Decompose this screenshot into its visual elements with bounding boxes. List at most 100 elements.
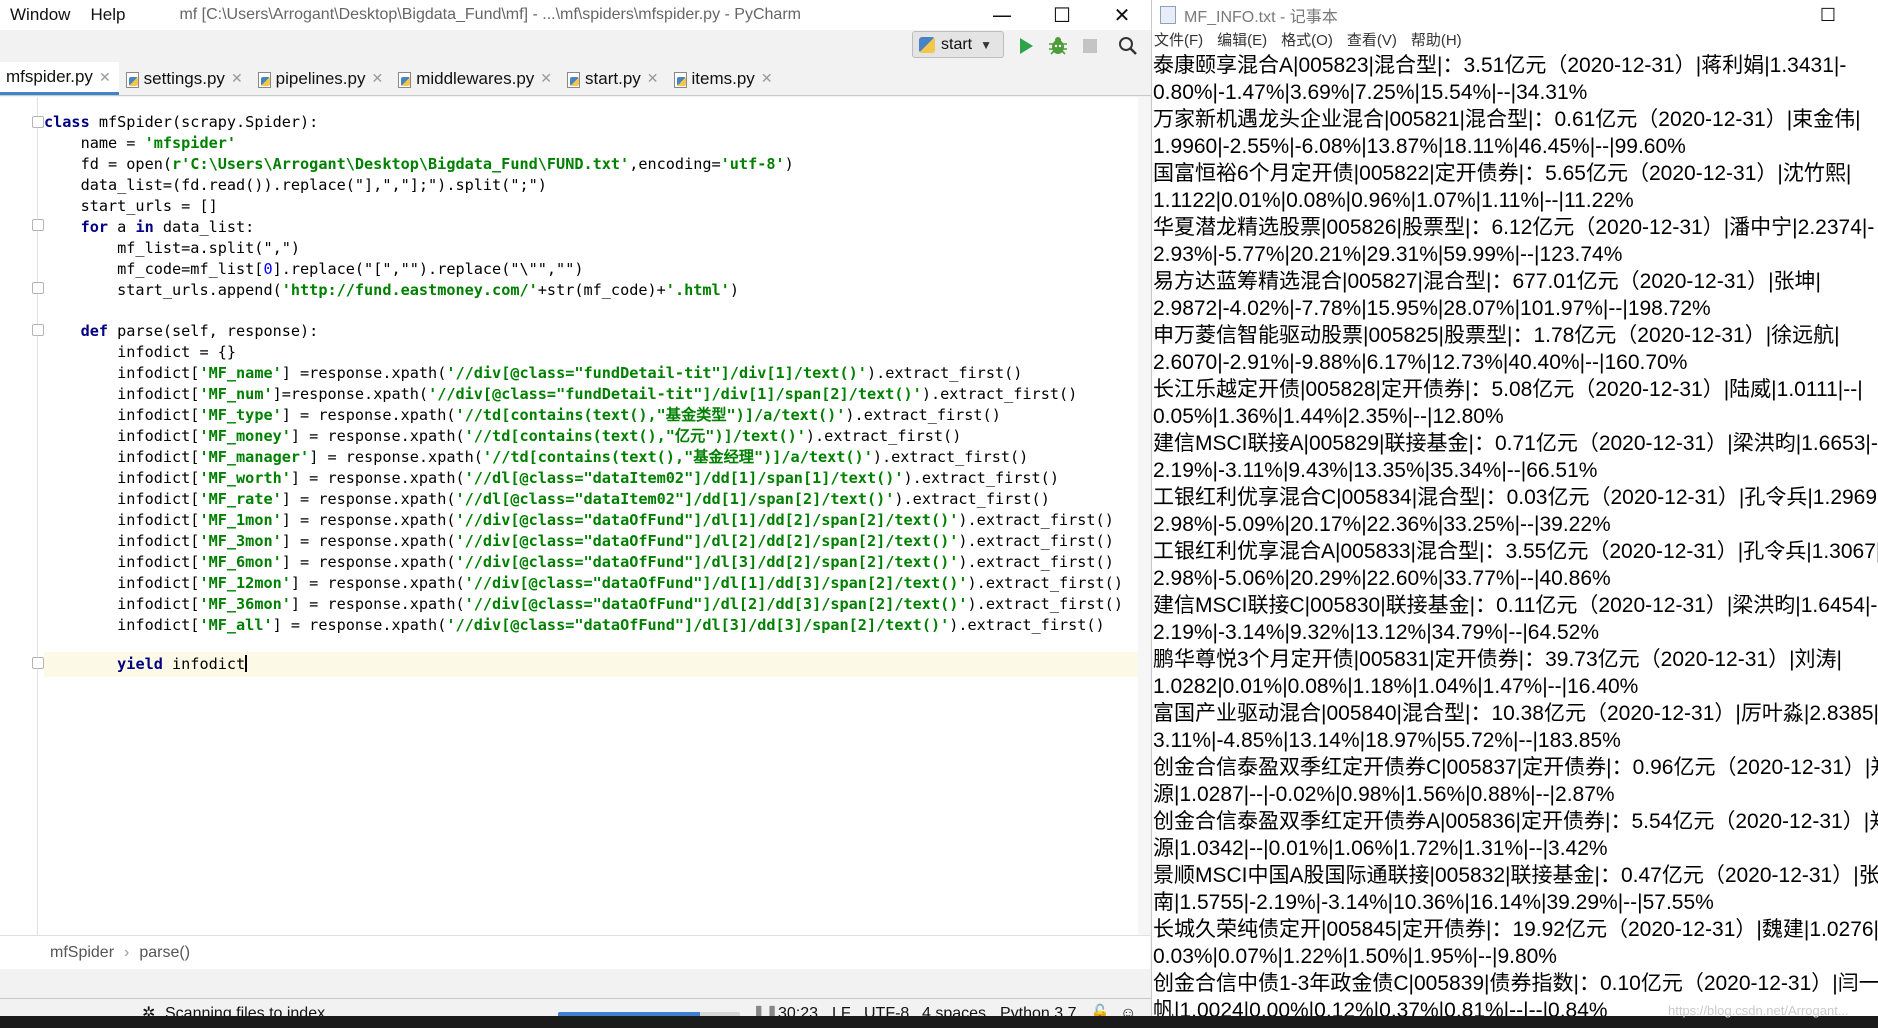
text-line: 创金合信泰盈双季红定开债券C|005837|定开债券|：0.96亿元（2020-… — [1153, 756, 1878, 779]
taskbar — [0, 1016, 1878, 1028]
text-line: 源|1.0287|--|-0.02%|0.98%|1.56%|0.88%|--|… — [1153, 783, 1615, 806]
maximize-button[interactable]: ☐ — [1032, 0, 1092, 30]
tab-label: middlewares.py — [416, 68, 535, 88]
python-file-icon — [397, 71, 412, 88]
pycharm-window: Window Help mf [C:\Users\Arrogant\Deskto… — [0, 0, 1152, 1028]
text-line: 2.19%|-3.11%|9.43%|13.35%|35.34%|--|66.5… — [1153, 459, 1598, 482]
watermark: https://blog.csdn.net/Arrogant... — [1668, 1003, 1849, 1018]
maximize-button[interactable]: ☐ — [1808, 0, 1848, 30]
tab-label: settings.py — [143, 68, 225, 88]
breadcrumb-separator: › — [124, 943, 130, 961]
text-line: 长江乐越定开债|005828|定开债券|：5.08亿元（2020-12-31）|… — [1153, 378, 1863, 401]
window-title: mf [C:\Users\Arrogant\Desktop\Bigdata_Fu… — [179, 6, 801, 23]
fold-marker-icon[interactable] — [32, 657, 44, 669]
menu-view[interactable]: 查看(V) — [1347, 30, 1397, 52]
python-file-icon — [673, 71, 687, 88]
text-line: 万家新机遇龙头企业混合|005821|混合型|：0.61亿元（2020-12-3… — [1153, 108, 1861, 131]
breadcrumb-method[interactable]: parse() — [139, 944, 190, 962]
text-line: 3.11%|-4.85%|13.14%|18.97%|55.72%|--|183… — [1153, 729, 1621, 752]
text-line: 2.98%|-5.09%|20.17%|22.36%|33.25%|--|39.… — [1153, 513, 1611, 536]
text-line: 华夏潜龙精选股票|005826|股票型|：6.12亿元（2020-12-31）|… — [1153, 216, 1875, 239]
tab-label: pipelines.py — [275, 68, 366, 88]
search-icon[interactable] — [1116, 34, 1140, 58]
text-line: 工银红利优享混合A|005833|混合型|：3.55亿元（2020-12-31）… — [1153, 540, 1878, 563]
menu-help[interactable]: Help — [80, 0, 135, 30]
notepad-title-bar: MF_INFO.txt - 记事本 ☐ — [1152, 0, 1878, 30]
text-line: 2.19%|-3.14%|9.32%|13.12%|34.79%|--|64.5… — [1153, 621, 1600, 644]
text-line: 创金合信中债1-3年政金债C|005839|债券指数|：0.10亿元（2020-… — [1153, 972, 1878, 995]
tab-start[interactable]: start.py ✕ — [560, 62, 666, 95]
text-line: 景顺MSCI中国A股国际通联接|005832|联接基金|：0.47亿元（2020… — [1153, 864, 1878, 887]
tab-pipelines[interactable]: pipelines.py ✕ — [251, 62, 392, 95]
fold-marker-icon[interactable] — [32, 282, 44, 294]
text-line: 0.03%|0.07%|1.22%|1.50%|1.95%|--|9.80% — [1153, 945, 1557, 968]
close-icon[interactable]: ✕ — [371, 70, 383, 87]
tab-middlewares[interactable]: middlewares.py ✕ — [391, 62, 560, 95]
text-line: 1.1122|0.01%|0.08%|0.96%|1.07%|1.11%|--|… — [1153, 189, 1634, 212]
close-icon[interactable]: ✕ — [761, 70, 773, 87]
text-line: 国富恒裕6个月定开债|005822|定开债券|：5.65亿元（2020-12-3… — [1153, 162, 1852, 185]
text-line: 1.0282|0.01%|0.08%|1.18%|1.04%|1.47%|--|… — [1153, 675, 1639, 698]
python-file-icon — [257, 71, 271, 88]
fold-marker-icon[interactable] — [32, 219, 44, 231]
fold-marker-icon[interactable] — [32, 324, 44, 336]
notepad-menu-bar: 文件(F) 编辑(E) 格式(O) 查看(V) 帮助(H) — [1152, 30, 1878, 52]
text-line: 长城久荣纯债定开|005845|定开债券|：19.92亿元（2020-12-31… — [1153, 918, 1878, 941]
text-line: 创金合信泰盈双季红定开债券A|005836|定开债券|：5.54亿元（2020-… — [1153, 810, 1878, 833]
fold-marker-icon[interactable] — [32, 116, 44, 128]
run-configuration-label: start — [941, 35, 973, 53]
tab-settings[interactable]: settings.py ✕ — [119, 62, 251, 95]
run-icon[interactable] — [1014, 34, 1038, 58]
tab-items[interactable]: items.py ✕ — [667, 62, 781, 95]
text-line: 2.93%|-5.77%|20.21%|29.31%|59.99%|--|123… — [1153, 243, 1623, 266]
code-editor[interactable]: class mfSpider(scrapy.Spider): name = 'm… — [0, 97, 1150, 935]
tab-label: start.py — [585, 68, 641, 88]
editor-gutter — [0, 97, 44, 935]
text-line: 1.9960|-2.55%|-6.08%|13.87%|18.11%|46.45… — [1153, 135, 1686, 158]
close-icon[interactable]: ✕ — [647, 70, 659, 87]
notepad-title: MF_INFO.txt - 记事本 — [1184, 9, 1338, 26]
text-line: 建信MSCI联接A|005829|联接基金|：0.71亿元（2020-12-31… — [1153, 432, 1878, 455]
tab-mfspider[interactable]: mfspider.py ✕ — [0, 62, 119, 95]
text-caret — [245, 655, 248, 672]
code-line: yield infodict — [117, 655, 248, 673]
text-line: 易方达蓝筹精选混合|005827|混合型|：677.01亿元（2020-12-3… — [1153, 270, 1821, 293]
notepad-window: MF_INFO.txt - 记事本 ☐ 文件(F) 编辑(E) 格式(O) 查看… — [1152, 0, 1878, 1028]
menu-format[interactable]: 格式(O) — [1281, 30, 1333, 52]
text-line: 工银红利优享混合C|005834|混合型|：0.03亿元（2020-12-31）… — [1153, 486, 1878, 509]
menu-help[interactable]: 帮助(H) — [1411, 30, 1462, 52]
close-icon[interactable]: ✕ — [99, 69, 111, 86]
text-line: 2.6070|-2.91%|-9.88%|6.17%|12.73%|40.40%… — [1153, 351, 1688, 374]
breadcrumb-class[interactable]: mfSpider — [50, 944, 114, 962]
text-line: 源|1.0342|--|0.01%|1.06%|1.72%|1.31%|--|3… — [1153, 837, 1608, 860]
code-area[interactable]: class mfSpider(scrapy.Spider): name = 'm… — [44, 97, 1138, 935]
menu-file[interactable]: 文件(F) — [1154, 30, 1203, 52]
text-line: 建信MSCI联接C|005830|联接基金|：0.11亿元（2020-12-31… — [1153, 594, 1878, 617]
debug-icon[interactable] — [1046, 34, 1070, 58]
notepad-icon — [1160, 6, 1176, 24]
ide-title-bar: Window Help mf [C:\Users\Arrogant\Deskto… — [0, 0, 1151, 30]
close-icon[interactable]: ✕ — [231, 70, 243, 87]
text-line: 鹏华尊悦3个月定开债|005831|定开债券|：39.73亿元（2020-12-… — [1153, 648, 1842, 671]
breadcrumb: mfSpider › parse() — [0, 935, 1150, 969]
tab-label: mfspider.py — [6, 67, 93, 86]
close-icon[interactable]: ✕ — [540, 70, 552, 87]
text-line: 申万菱信智能驱动股票|005825|股票型|：1.78亿元（2020-12-31… — [1153, 324, 1840, 347]
text-line: 2.98%|-5.06%|20.29%|22.60%|33.77%|--|40.… — [1153, 567, 1611, 590]
menu-edit[interactable]: 编辑(E) — [1217, 30, 1267, 52]
text-line: 南|1.5755|-2.19%|-3.14%|10.36%|16.14%|39.… — [1153, 891, 1714, 914]
code-line: infodict['MF_all'] = response.xpath('//d… — [44, 616, 1105, 634]
code-line: start_urls.append('http://fund.eastmoney… — [44, 281, 739, 299]
text-line: 0.05%|1.36%|1.44%|2.35%|--|12.80% — [1153, 405, 1504, 428]
minimize-button[interactable]: — — [972, 0, 1032, 30]
run-configuration-select[interactable]: start ▼ — [912, 31, 1004, 58]
close-button[interactable]: ✕ — [1092, 0, 1151, 30]
text-line: 2.9872|-4.02%|-7.78%|15.95%|28.07%|101.9… — [1153, 297, 1711, 320]
editor-scrollbar[interactable] — [1138, 97, 1150, 935]
notepad-text-area[interactable]: 泰康颐享混合A|005823|混合型|：3.51亿元（2020-12-31）|蒋… — [1152, 52, 1878, 1024]
text-line: 泰康颐享混合A|005823|混合型|：3.51亿元（2020-12-31）|蒋… — [1153, 54, 1847, 77]
text-line: 0.80%|-1.47%|3.69%|7.25%|15.54%|--|34.31… — [1153, 81, 1588, 104]
stop-icon[interactable] — [1078, 34, 1102, 58]
menu-window[interactable]: Window — [0, 0, 80, 30]
python-file-icon — [125, 71, 139, 88]
